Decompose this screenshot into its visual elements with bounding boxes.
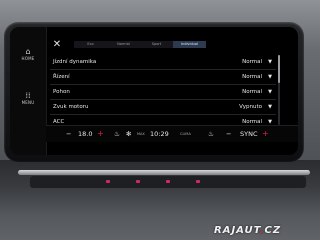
drive-mode-tabs: Eco Normál Sport Individual (74, 41, 206, 48)
vent-light (166, 180, 170, 183)
setting-value: Vypnuto (239, 104, 262, 110)
infotainment-screen: ⌂ HOME ⁞⁞ MENU ✕ Eco Normál Sport Indivi… (10, 27, 298, 155)
chrome-trim-strip (18, 170, 310, 175)
temp-left-value: 18.0 (78, 130, 93, 138)
tab-individual[interactable]: Individual (173, 41, 206, 48)
setting-label: Zvuk motoru (53, 104, 89, 110)
home-icon: ⌂ (25, 47, 31, 56)
temp-right-decrease-button[interactable]: − (226, 126, 231, 142)
sync-button[interactable]: SYNC (240, 126, 258, 142)
fan-level-label: MAX (137, 132, 145, 136)
dropdown-arrow-icon[interactable]: ▼ (268, 70, 272, 84)
watermark-suffix: CZ (264, 225, 282, 236)
watermark-text: RAJAUT (214, 225, 260, 236)
vent-light (196, 180, 200, 183)
menu-grid-icon: ⁞⁞ (25, 91, 31, 100)
temp-right-increase-button[interactable]: + (262, 126, 269, 142)
home-button[interactable]: ⌂ HOME (14, 47, 42, 62)
dropdown-arrow-icon[interactable]: ▼ (268, 100, 272, 114)
setting-value: Normal (242, 74, 262, 80)
side-panel: ⌂ HOME ⁞⁞ MENU (10, 27, 47, 155)
menu-label: MENU (21, 100, 35, 105)
temp-left-increase-button[interactable]: + (97, 126, 104, 142)
setting-row-drive[interactable]: Pohon Normal ▼ (50, 85, 276, 100)
setting-row-dynamics[interactable]: Jízdní dynamika Normal ▼ (50, 55, 276, 70)
fan-icon[interactable]: ✻ (126, 126, 131, 142)
drive-settings-list: Jízdní dynamika Normal ▼ Řízení Normal ▼… (50, 55, 276, 130)
menu-button[interactable]: ⁞⁞ MENU (14, 91, 42, 106)
temp-left-decrease-button[interactable]: − (66, 126, 71, 142)
setting-value: Normal (242, 89, 262, 95)
close-icon[interactable]: ✕ (52, 40, 62, 50)
dropdown-arrow-icon[interactable]: ▼ (268, 55, 272, 69)
vent-light (136, 180, 140, 183)
tab-normal[interactable]: Normál (107, 41, 140, 48)
seat-heat-icon[interactable]: ♨ (114, 126, 120, 142)
climate-mode-label[interactable]: CLIMA (180, 126, 191, 142)
seat-heat-icon[interactable]: ♨ (208, 126, 214, 142)
tab-sport[interactable]: Sport (140, 41, 173, 48)
scrollbar-thumb[interactable] (278, 55, 280, 83)
site-watermark: RAJAUT.CZ (214, 224, 318, 238)
setting-row-engine-sound[interactable]: Zvuk motoru Vypnuto ▼ (50, 100, 276, 115)
setting-label: Pohon (53, 89, 70, 95)
home-label: HOME (21, 56, 35, 61)
climate-bar: − 18.0 + ♨ ✻ MAX 10:29 CLIMA ♨ − SYNC + (46, 125, 298, 142)
setting-row-steering[interactable]: Řízení Normal ▼ (50, 70, 276, 85)
setting-value: Normal (242, 59, 262, 65)
setting-label: Řízení (53, 74, 70, 80)
climate-time: 10:29 (150, 130, 169, 138)
dropdown-arrow-icon[interactable]: ▼ (268, 85, 272, 99)
vent-light (106, 180, 110, 183)
setting-label: Jízdní dynamika (53, 59, 97, 65)
tab-eco[interactable]: Eco (74, 41, 107, 48)
